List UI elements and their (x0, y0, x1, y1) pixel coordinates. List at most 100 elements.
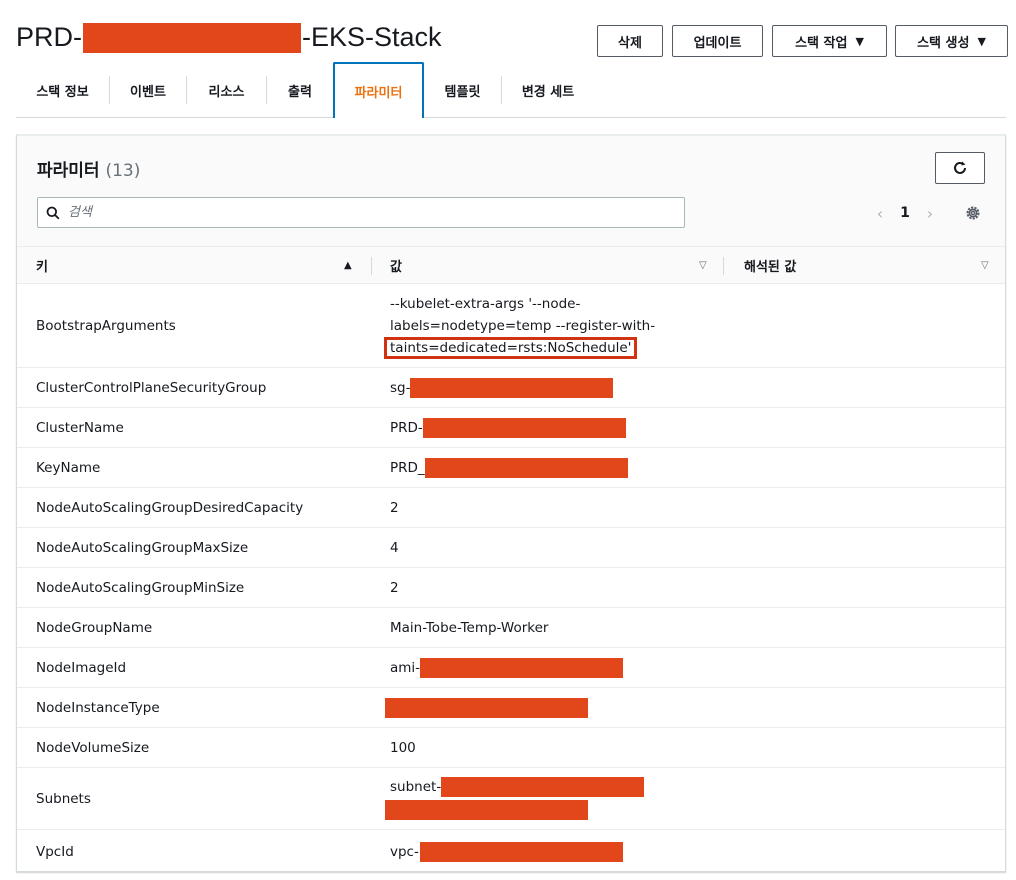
param-value: PRD_ (390, 458, 628, 478)
column-header-value[interactable]: 값 ▽ (371, 246, 723, 284)
tab-label: 스택 정보 (36, 84, 89, 100)
param-value (385, 698, 588, 718)
current-page[interactable]: 1 (893, 205, 917, 221)
param-value: PRD- (390, 418, 626, 438)
param-key: NodeAutoScalingGroupMaxSize (36, 540, 249, 556)
param-value: 2 (390, 580, 399, 596)
param-key: ClusterName (36, 420, 124, 436)
sort-ascending-icon[interactable]: ▲ (344, 260, 352, 271)
table-row: NodeAutoScalingGroupDesiredCapacity 2 (17, 488, 1005, 528)
param-value-line: labels=nodetype=temp --register-with- (390, 318, 656, 334)
tab-label: 변경 세트 (521, 84, 575, 100)
table-row: KeyName PRD_ (17, 448, 1005, 488)
stack-tabs: 스택 정보 이벤트 리소스 출력 파라미터 템플릿 변경 세트 (16, 62, 1006, 118)
search-input[interactable] (68, 205, 668, 220)
table-row: NodeAutoScalingGroupMaxSize 4 (17, 528, 1005, 568)
delete-button[interactable]: 삭제 (597, 25, 663, 57)
param-value: Main-Tobe-Temp-Worker (390, 620, 549, 636)
param-key: NodeAutoScalingGroupDesiredCapacity (36, 500, 304, 516)
redacted-value (385, 800, 588, 820)
sort-unsorted-icon[interactable]: ▽ (699, 260, 707, 271)
tab-resources[interactable]: 리소스 (187, 62, 266, 118)
redacted-stack-name (83, 22, 301, 53)
param-value-text: vpc-( (390, 844, 425, 860)
tab-change-sets[interactable]: 변경 세트 (502, 62, 594, 118)
param-key: NodeVolumeSize (36, 740, 150, 756)
tab-outputs[interactable]: 출력 (267, 62, 333, 118)
redacted-value (422, 418, 626, 438)
stack-header: PRD- -EKS-Stack 삭제 업데이트 스택 작업 ▼ 스택 생성 ▼ (0, 0, 1016, 70)
stack-title: PRD- -EKS-Stack (16, 22, 442, 53)
create-stack-button[interactable]: 스택 생성 ▼ (895, 25, 1008, 57)
param-value: 100 (390, 740, 416, 756)
redacted-value (441, 777, 645, 797)
param-key: NodeInstanceType (36, 700, 160, 716)
column-header-resolved[interactable]: 해석된 값 ▽ (723, 246, 1005, 284)
table-row: ClusterControlPlaneSecurityGroup sg- (17, 368, 1005, 408)
update-button[interactable]: 업데이트 (672, 25, 763, 57)
search-icon (38, 206, 68, 220)
refresh-icon (954, 161, 966, 174)
parameters-panel: 파라미터 (13) ‹ 1 › (16, 134, 1006, 872)
caret-down-icon: ▼ (977, 34, 986, 48)
table-row: NodeInstanceType (17, 688, 1005, 728)
table-row: VpcId vpc-( (17, 830, 1005, 872)
next-page-icon[interactable]: › (917, 200, 943, 226)
table-row: BootstrapArguments --kubelet-extra-args … (17, 284, 1005, 368)
param-key: BootstrapArguments (36, 318, 176, 334)
column-header-key[interactable]: 키 ▲ (17, 246, 371, 284)
param-value: subnet- (390, 777, 645, 797)
column-key-label: 키 (36, 259, 48, 275)
table-row: NodeVolumeSize 100 (17, 728, 1005, 768)
param-value-text: PRD_ (390, 460, 425, 476)
stack-actions-button[interactable]: 스택 작업 ▼ (772, 25, 887, 57)
parameter-count: (13) (105, 161, 141, 181)
param-value-text: subnet- (390, 779, 442, 795)
redacted-value (410, 378, 614, 398)
param-value: sg- (390, 378, 614, 398)
param-key: NodeImageId (36, 660, 127, 676)
param-value-line: --kubelet-extra-args '--node- (390, 296, 581, 312)
redacted-value (420, 842, 624, 862)
sort-unsorted-icon[interactable]: ▽ (981, 260, 989, 271)
param-key: VpcId (36, 844, 74, 860)
tab-template[interactable]: 템플릿 (424, 62, 501, 118)
settings-gear-icon[interactable] (962, 202, 984, 224)
panel-title-text: 파라미터 (37, 161, 100, 181)
table-row: NodeAutoScalingGroupMinSize 2 (17, 568, 1005, 608)
refresh-button[interactable] (935, 152, 985, 184)
param-key: NodeAutoScalingGroupMinSize (36, 580, 245, 596)
tab-events[interactable]: 이벤트 (110, 62, 186, 118)
param-value: --kubelet-extra-args '--node- labels=nod… (384, 293, 660, 359)
param-value-text: ami- (390, 660, 421, 676)
param-key: Subnets (36, 791, 91, 807)
create-stack-label: 스택 생성 (917, 35, 970, 51)
column-divider (723, 257, 724, 275)
tab-stack-info[interactable]: 스택 정보 (16, 62, 109, 118)
table-row: NodeGroupName Main-Tobe-Temp-Worker (17, 608, 1005, 648)
tab-label: 파라미터 (354, 85, 403, 101)
redacted-value (385, 698, 588, 718)
panel-header: 파라미터 (13) ‹ 1 › (17, 136, 1005, 246)
param-value-text: PRD- (390, 420, 423, 436)
tab-label: 템플릿 (444, 84, 481, 100)
column-value-label: 값 (390, 259, 402, 275)
param-key: KeyName (36, 460, 101, 476)
highlighted-taint-value: taints=dedicated=rsts:NoSchedule' (384, 337, 638, 359)
tab-label: 이벤트 (130, 84, 166, 100)
search-field[interactable] (37, 197, 685, 228)
column-resolved-label: 해석된 값 (744, 259, 797, 275)
tab-parameters[interactable]: 파라미터 (333, 62, 424, 118)
stack-title-suffix: -EKS-Stack (302, 22, 442, 52)
param-value-text: sg- (390, 380, 411, 396)
update-button-label: 업데이트 (693, 35, 742, 51)
prev-page-icon[interactable]: ‹ (867, 200, 893, 226)
stack-actions-label: 스택 작업 (795, 35, 848, 51)
table-row: ClusterName PRD- (17, 408, 1005, 448)
table-row: NodeImageId ami- (17, 648, 1005, 688)
panel-title: 파라미터 (13) (37, 156, 140, 181)
delete-button-label: 삭제 (618, 35, 642, 51)
param-key: NodeGroupName (36, 620, 153, 636)
stack-title-prefix: PRD- (16, 22, 82, 52)
column-divider (371, 257, 372, 275)
